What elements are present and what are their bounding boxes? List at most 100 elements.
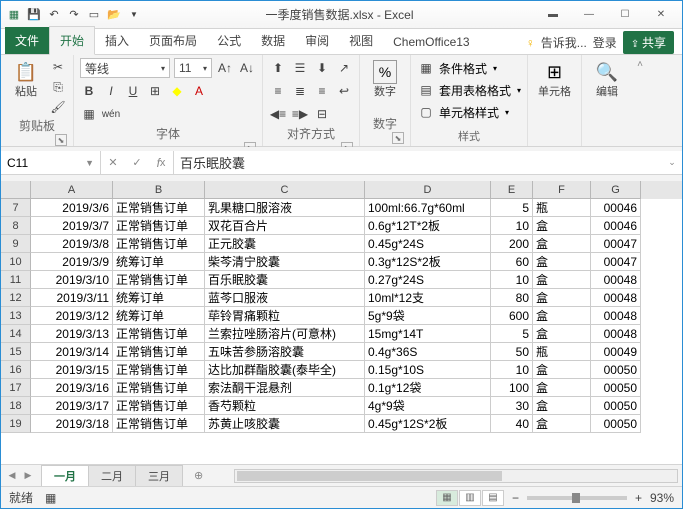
open-icon[interactable]: 📂 [105, 6, 123, 24]
cell[interactable]: 2019/3/14 [31, 343, 113, 361]
cell[interactable]: 10 [491, 361, 533, 379]
cell[interactable]: 200 [491, 235, 533, 253]
cell[interactable]: 50 [491, 343, 533, 361]
underline-icon[interactable]: U [124, 82, 142, 100]
row-header[interactable]: 19 [1, 415, 31, 433]
close-button[interactable]: ✕ [644, 5, 678, 25]
increase-indent-icon[interactable]: ≡▶ [291, 105, 309, 123]
cell[interactable]: 15mg*14T [365, 325, 491, 343]
cell[interactable]: 盒 [533, 307, 591, 325]
cell[interactable]: 00048 [591, 307, 641, 325]
cell[interactable]: 百乐眠胶囊 [205, 271, 365, 289]
qat-dropdown-icon[interactable]: ▼ [125, 6, 143, 24]
page-break-view-icon[interactable]: ▤ [482, 490, 504, 506]
cell[interactable]: 正常销售订单 [113, 361, 205, 379]
sheet-tab[interactable]: 一月 [41, 465, 89, 487]
maximize-button[interactable]: ☐ [608, 5, 642, 25]
col-header[interactable]: F [533, 181, 591, 199]
cell[interactable]: 正常销售订单 [113, 343, 205, 361]
new-icon[interactable]: ▭ [85, 6, 103, 24]
cell[interactable]: 蓝芩口服液 [205, 289, 365, 307]
login-link[interactable]: 登录 [593, 34, 617, 51]
bold-icon[interactable]: B [80, 82, 98, 100]
cell[interactable]: 瓶 [533, 343, 591, 361]
number-format-button[interactable]: % 数字 [366, 58, 404, 100]
cell[interactable]: 0.27g*24S [365, 271, 491, 289]
add-sheet-button[interactable]: ⊕ [182, 467, 215, 484]
cell[interactable]: 正常销售订单 [113, 199, 205, 217]
cell[interactable]: 2019/3/13 [31, 325, 113, 343]
cell[interactable]: 盒 [533, 325, 591, 343]
cell[interactable]: 正常销售订单 [113, 397, 205, 415]
cell[interactable]: 苏黄止咳胶囊 [205, 415, 365, 433]
cell[interactable]: 100ml:66.7g*60ml [365, 199, 491, 217]
decrease-indent-icon[interactable]: ◀≡ [269, 105, 287, 123]
decrease-font-icon[interactable]: A↓ [238, 59, 256, 77]
cell[interactable]: 00046 [591, 217, 641, 235]
cell[interactable]: 00047 [591, 253, 641, 271]
orientation-icon[interactable]: ↗ [335, 59, 353, 77]
cell[interactable]: 40 [491, 415, 533, 433]
cell[interactable]: 00048 [591, 289, 641, 307]
share-button[interactable]: ⇪ 共享 [623, 31, 674, 54]
italic-icon[interactable]: I [102, 82, 120, 100]
tab-layout[interactable]: 页面布局 [139, 27, 207, 54]
col-header[interactable]: B [113, 181, 205, 199]
redo-icon[interactable]: ↷ [65, 6, 83, 24]
cell[interactable]: 柴芩清宁胶囊 [205, 253, 365, 271]
cell[interactable]: 盒 [533, 289, 591, 307]
cell[interactable]: 2019/3/12 [31, 307, 113, 325]
copy-icon[interactable]: ⎘ [49, 78, 67, 96]
row-header[interactable]: 12 [1, 289, 31, 307]
align-middle-icon[interactable]: ☰ [291, 59, 309, 77]
sheet-tab[interactable]: 二月 [88, 465, 136, 487]
font-size-combo[interactable]: 11▾ [174, 58, 212, 78]
cell[interactable]: 80 [491, 289, 533, 307]
row-header[interactable]: 18 [1, 397, 31, 415]
row-header[interactable]: 13 [1, 307, 31, 325]
zoom-in-icon[interactable]: + [635, 491, 642, 505]
phonetic-icon[interactable]: wén [102, 105, 120, 123]
border-icon[interactable]: ⊞ [146, 82, 164, 100]
sheet-nav-next-icon[interactable]: ▶ [21, 469, 35, 483]
cell[interactable]: 盒 [533, 271, 591, 289]
tab-data[interactable]: 数据 [251, 27, 295, 54]
col-header[interactable]: C [205, 181, 365, 199]
clipboard-launcher-icon[interactable]: ⬊ [55, 134, 67, 146]
cell[interactable]: 0.45g*12S*2板 [365, 415, 491, 433]
formula-input[interactable]: 百乐眠胶囊 [174, 153, 662, 172]
zoom-slider[interactable] [527, 496, 627, 500]
spreadsheet-grid[interactable]: ABCDEFG 72019/3/6正常销售订单乳果糖口服溶液100ml:66.7… [1, 181, 682, 464]
cell[interactable]: 盒 [533, 415, 591, 433]
align-left-icon[interactable]: ≡ [269, 82, 287, 100]
tab-view[interactable]: 视图 [339, 27, 383, 54]
collapse-ribbon-icon[interactable]: ˄ [637, 59, 643, 70]
tab-formula[interactable]: 公式 [207, 27, 251, 54]
cell[interactable]: 00050 [591, 361, 641, 379]
cell[interactable]: 2019/3/17 [31, 397, 113, 415]
tab-file[interactable]: 文件 [5, 27, 49, 54]
cell-styles-button[interactable]: ▢单元格样式▾ [417, 102, 509, 122]
select-all-corner[interactable] [1, 181, 31, 199]
name-box[interactable]: C11▼ [1, 151, 101, 174]
cell[interactable]: 五味苦参肠溶胶囊 [205, 343, 365, 361]
row-header[interactable]: 10 [1, 253, 31, 271]
cell[interactable]: 统筹订单 [113, 253, 205, 271]
tab-review[interactable]: 审阅 [295, 27, 339, 54]
paste-button[interactable]: 📋 粘贴 [7, 58, 45, 100]
row-header[interactable]: 17 [1, 379, 31, 397]
cell[interactable]: 00050 [591, 397, 641, 415]
cell[interactable]: 瓶 [533, 199, 591, 217]
cell[interactable]: 正常销售订单 [113, 271, 205, 289]
sheet-tab[interactable]: 三月 [135, 465, 183, 487]
cell[interactable]: 香芍颗粒 [205, 397, 365, 415]
enter-icon[interactable]: ✓ [125, 151, 149, 174]
cell[interactable]: 0.45g*24S [365, 235, 491, 253]
cell[interactable]: 统筹订单 [113, 307, 205, 325]
cell[interactable]: 5 [491, 199, 533, 217]
cell[interactable]: 2019/3/16 [31, 379, 113, 397]
cell[interactable]: 乳果糖口服溶液 [205, 199, 365, 217]
cell[interactable]: 盒 [533, 361, 591, 379]
cell[interactable]: 10 [491, 271, 533, 289]
table-format-button[interactable]: ▤套用表格格式▾ [417, 80, 521, 100]
